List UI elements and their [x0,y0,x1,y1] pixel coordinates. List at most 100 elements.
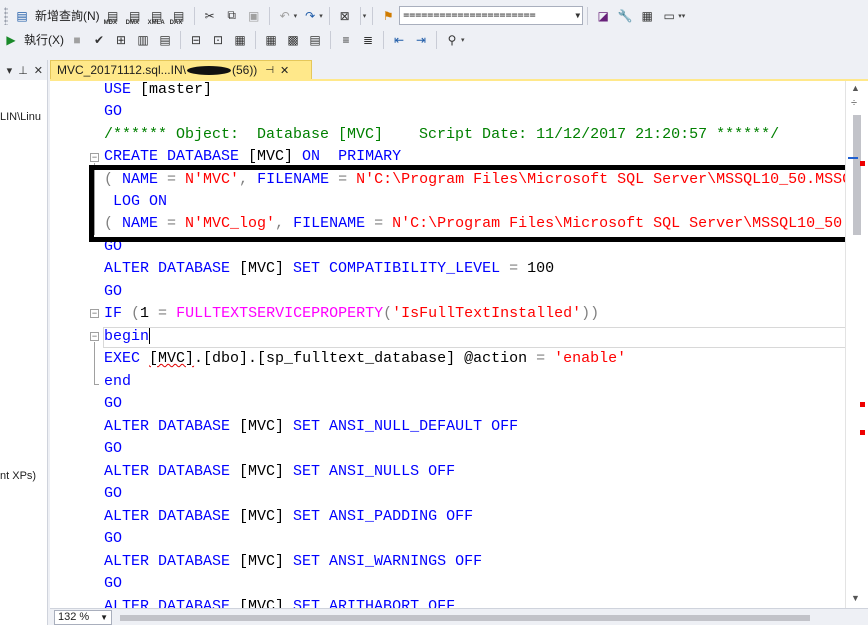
code-line: LOG ON [104,193,168,210]
editor-status-bar: 132 % ▼ [50,608,868,625]
code-line: CREATE DATABASE [MVC] ON PRIMARY [104,148,402,165]
outline-line [94,342,95,384]
redaction-scribble [186,65,231,75]
toolbar-overflow-icon[interactable]: ▾ [682,12,686,20]
copy-icon[interactable]: ⧉ [222,6,242,26]
code-line: GO [104,395,123,412]
error-marker [860,402,865,407]
chevron-down-icon: ▼ [575,11,581,20]
tab-title-suffix: (56)) [231,63,258,77]
results-to-file-icon[interactable]: ▤ [305,30,325,50]
object-explorer-node[interactable]: LIN\Linu [0,111,41,123]
results-to-grid-icon[interactable]: ▦ [261,30,281,50]
visual-studio-icon[interactable]: ◪ [593,6,613,26]
code-line: IF (1 = FULLTEXTSERVICEPROPERTY('IsFullT… [104,305,600,322]
code-line: GO [104,238,123,255]
vertical-scrollbar[interactable]: ▲ ÷ ▼ [845,81,868,608]
paste-icon[interactable]: ▣ [244,6,264,26]
collapse-region-icon[interactable]: − [90,309,99,318]
stop-icon[interactable]: ■ [67,30,87,50]
collapse-region-icon[interactable]: − [90,332,99,341]
code-line: ALTER DATABASE [MVC] SET ARITHABORT OFF [104,598,456,608]
redo-icon[interactable]: ↷ [300,6,320,26]
horizontal-scrollbar[interactable] [120,613,860,622]
tab-query-document[interactable]: MVC_20171112.sql...IN\ (56)) ⊣ ✕ [50,60,312,80]
cut-icon[interactable]: ✂ [200,6,220,26]
tab-title: MVC_20171112.sql...IN\ [57,63,186,77]
new-query-icon[interactable]: ▤ [12,6,32,26]
scrollbar-thumb[interactable] [120,615,810,621]
code-line: GO [104,530,123,547]
close-icon[interactable]: ✕ [280,64,289,77]
toolbar-separator [372,6,374,25]
toolbar-separator [359,6,361,25]
toolbar-separator [587,6,589,25]
code-line: USE [master] [104,81,213,98]
dmx-query-icon[interactable]: ▤ DMX [125,6,145,26]
code-line: end [104,373,132,390]
code-line: begin [104,328,151,345]
increase-indent-icon[interactable]: ⇥ [411,30,431,50]
client-statistics-icon[interactable]: ⊡ [208,30,228,50]
current-line-highlight [103,327,845,348]
intellisense-icon[interactable]: ▤ [155,30,175,50]
standard-toolbar: ▤ 新增查詢(N) ▤ MDX ▤ DMX ▤ XMLA ▤ DAX ✂ ⧉ ▣ ↶ ▾ … [0,3,868,28]
error-marker [860,430,865,435]
code-line: ALTER DATABASE [MVC] SET ANSI_NULLS OFF [104,463,456,480]
object-explorer-panel: ▾ ⊥ ✕ LIN\Linu nt XPs) [0,60,48,625]
toolbar-overflow-icon[interactable]: ▾ [363,12,367,20]
scroll-up-icon[interactable]: ▲ [851,83,860,93]
uncomment-lines-icon[interactable]: ≣ [358,30,378,50]
zoom-combo[interactable]: 132 % ▼ [54,610,112,625]
chevron-down-icon[interactable]: ▾ [7,64,13,77]
solution-configuration-combo[interactable]: ====================== ▼ [399,6,584,25]
document-tabs: MVC_20171112.sql...IN\ (56)) ⊣ ✕ [50,60,868,80]
error-marker [860,161,865,166]
comment-lines-icon[interactable]: ≡ [336,30,356,50]
outline-line [94,163,95,235]
code-line: GO [104,103,123,120]
execute-icon[interactable]: ▶ [1,30,21,50]
close-icon[interactable]: ✕ [34,64,43,77]
object-explorer-header: ▾ ⊥ ✕ [0,60,47,80]
parse-check-icon[interactable]: ✔ [89,30,109,50]
pin-icon[interactable]: ⊣ [265,65,274,76]
code-line: GO [104,575,123,592]
execute-button[interactable]: 執行(X) [24,31,64,48]
chevron-down-icon: ▼ [100,613,108,622]
sql-editor[interactable]: − − − USE [master] GO /****** Object: Da… [50,81,845,608]
specify-values-icon[interactable]: ⚲ [442,30,462,50]
results-grid-icon[interactable]: ▩ [283,30,303,50]
sql-editor-toolbar: ▶ 執行(X) ■ ✔ ⊞ ▥ ▤ ⊟ ⊡ ▦ ▦ ▩ ▤ ≡ ≣ ⇤ ⇥ ⚲ ▾ [0,27,868,52]
code-line: GO [104,440,123,457]
display-plan-icon[interactable]: ⊞ [111,30,131,50]
toolbar-separator [180,30,181,49]
object-explorer-node[interactable]: nt XPs) [0,470,36,482]
caret-position-marker [848,157,858,159]
scroll-down-icon[interactable]: ▼ [851,593,860,603]
collapse-region-icon[interactable]: − [90,153,99,162]
code-line: /****** Object: Database [MVC] Script Da… [104,126,780,143]
solution-platform-icon[interactable]: ⚑ [378,6,398,26]
mdx-query-icon[interactable]: ▤ MDX [103,6,123,26]
undo-icon[interactable]: ↶ [275,6,295,26]
wrench-icon[interactable]: 🔧 [615,6,635,26]
console-icon[interactable]: ▭ [659,6,679,26]
activity-monitor-icon[interactable]: ⊠ [335,6,355,26]
pin-icon[interactable]: ⊥ [18,64,28,77]
text-cursor [149,328,151,345]
dax-query-icon[interactable]: ▤ DAX [169,6,189,26]
split-icon[interactable]: ÷ [851,97,857,109]
toolbar-separator [330,30,331,49]
scrollbar-thumb[interactable] [853,115,861,235]
new-query-button[interactable]: 新增查詢(N) [35,7,100,24]
query-designer-icon[interactable]: ▥ [133,30,153,50]
decrease-indent-icon[interactable]: ⇤ [389,30,409,50]
include-plan-icon[interactable]: ⊟ [186,30,206,50]
xmla-query-icon[interactable]: ▤ XMLA [147,6,167,26]
code-line: ALTER DATABASE [MVC] SET ANSI_WARNINGS O… [104,553,483,570]
toolbar-separator [268,6,270,25]
toolbox-icon[interactable]: ▦ [637,6,657,26]
results-to-text-icon[interactable]: ▦ [230,30,250,50]
toolbar-grip[interactable] [4,6,8,25]
